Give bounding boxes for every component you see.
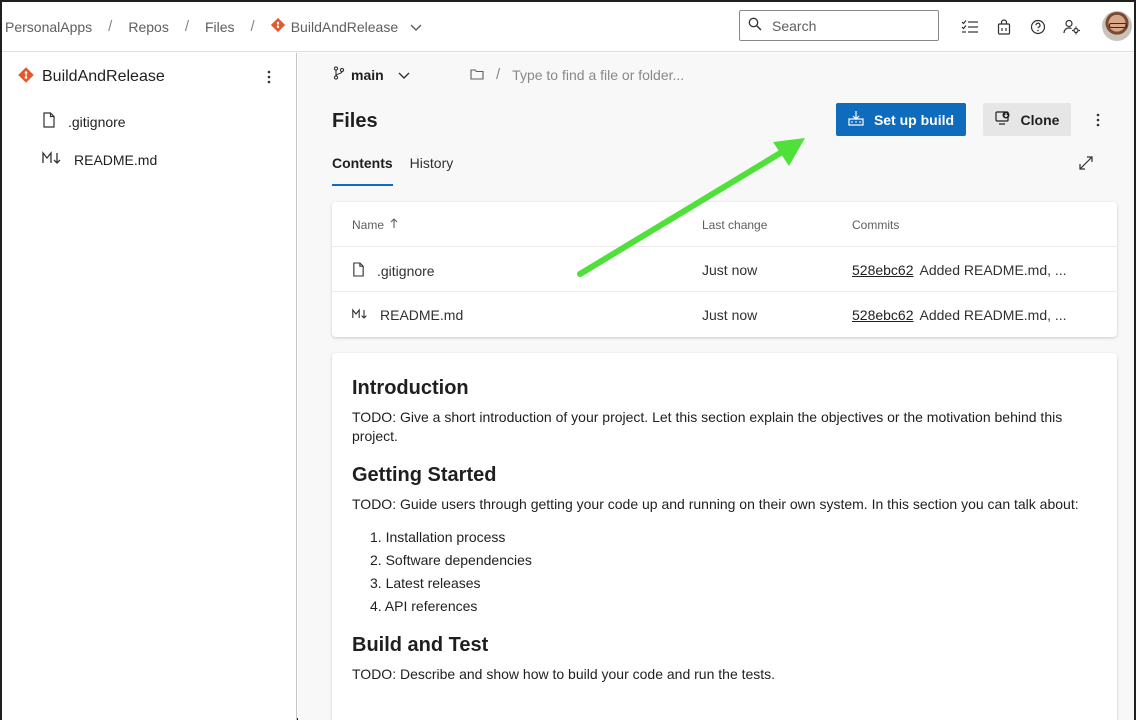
readme-heading-build-and-test: Build and Test [352,634,489,656]
file-tree-panel: BuildAndRelease .gitignore README.md [2,53,297,720]
table-row[interactable]: .gitignore Just now 528ebc62 Added READM… [332,246,1117,291]
last-change-cell: Just now [702,307,758,323]
clone-icon [994,110,1011,129]
user-settings-icon[interactable] [1059,12,1085,42]
tab-history[interactable]: History [410,155,454,186]
task-list-icon[interactable] [957,12,983,42]
readme-heading-getting-started: Getting Started [352,464,497,486]
sort-ascending-icon [390,218,398,232]
readme-paragraph: TODO: Guide users through getting your c… [352,496,1079,512]
file-icon [42,112,56,131]
file-name-link[interactable]: .gitignore [377,263,435,279]
path-separator: / [496,66,501,83]
top-icons [957,12,1085,42]
file-name-cell: README.md [352,307,463,323]
breadcrumb-separator: / [184,18,189,35]
breadcrumb-separator: / [250,18,255,35]
breadcrumb-org[interactable]: PersonalApps [5,19,92,35]
commit-cell: 528ebc62 Added README.md, ... [852,262,1067,278]
commit-message: Added README.md, ... [919,262,1067,278]
file-name-link[interactable]: README.md [380,307,463,323]
commit-cell: 528ebc62 Added README.md, ... [852,307,1067,323]
branch-selector[interactable]: main [333,66,410,83]
readme-paragraph: TODO: Give a short introduction of your … [352,409,1063,444]
tree-item-readme[interactable]: README.md [42,151,157,168]
path-bar: / [470,66,713,83]
clone-label: Clone [1020,111,1060,128]
breadcrumb: PersonalApps / Repos / Files / BuildAndR… [2,2,422,51]
shopping-bag-icon[interactable] [991,12,1017,42]
repo-header[interactable]: BuildAndRelease [18,67,165,86]
tree-item-label: README.md [74,151,158,168]
build-icon [848,110,864,129]
column-header-commits[interactable]: Commits [852,218,899,232]
readme-paragraph: TODO: Describe and show how to build you… [352,666,776,682]
column-header-last-change[interactable]: Last change [702,218,767,232]
tab-contents[interactable]: Contents [332,155,393,186]
avatar[interactable] [1102,11,1132,41]
list-item: 3. Latest releases [370,575,481,591]
table-row[interactable]: README.md Just now 528ebc62 Added README… [332,291,1117,336]
last-change-cell: Just now [702,262,758,278]
tab-bar: Contents History [332,155,453,186]
tree-item-label: .gitignore [68,113,126,130]
branch-label: main [351,66,384,83]
markdown-icon [42,151,62,168]
readme-heading-introduction: Introduction [352,377,469,399]
chevron-down-icon [398,67,410,83]
readme-list: 1. Installation process 2. Software depe… [370,526,1097,618]
main-content: main / Files Set up build Clone Contents… [298,53,1134,720]
git-repo-icon [18,67,34,86]
breadcrumb-repo-label: BuildAndRelease [290,18,399,35]
page-title: Files [332,110,378,132]
breadcrumb-files[interactable]: Files [205,19,235,35]
clone-button[interactable]: Clone [983,103,1071,136]
breadcrumb-separator: / [108,18,113,35]
top-bar: PersonalApps / Repos / Files / BuildAndR… [2,2,1134,52]
breadcrumb-repo-selector[interactable]: BuildAndRelease [270,17,422,35]
search-input[interactable] [772,17,922,34]
markdown-icon [352,307,368,323]
chevron-down-icon [410,19,422,35]
repo-title: BuildAndRelease [42,67,165,85]
search-box[interactable] [739,10,939,41]
list-item: 2. Software dependencies [370,552,532,568]
readme-preview: Introduction TODO: Give a short introduc… [332,353,1117,720]
path-search-input[interactable] [512,66,713,83]
set-up-build-button[interactable]: Set up build [836,103,966,136]
set-up-build-label: Set up build [873,111,955,128]
column-header-name[interactable]: Name [352,218,398,232]
more-options-icon[interactable] [264,67,274,87]
commit-hash-link[interactable]: 528ebc62 [852,307,914,323]
commit-message: Added README.md, ... [919,307,1067,323]
file-name-cell: .gitignore [352,262,435,280]
search-icon [748,17,762,34]
list-item: 1. Installation process [370,529,506,545]
git-repo-icon [270,17,285,35]
tree-item-gitignore[interactable]: .gitignore [42,112,126,131]
file-table: Name Last change Commits .gitignore Just… [332,202,1117,337]
commit-hash-link[interactable]: 528ebc62 [852,262,914,278]
list-item: 4. API references [370,598,478,614]
folder-icon [470,67,484,83]
git-branch-icon [333,66,345,83]
file-icon [352,262,365,280]
more-options-icon[interactable] [1093,110,1103,130]
help-icon[interactable] [1025,12,1051,42]
breadcrumb-repos[interactable]: Repos [128,19,168,35]
expand-icon[interactable] [1078,155,1094,171]
